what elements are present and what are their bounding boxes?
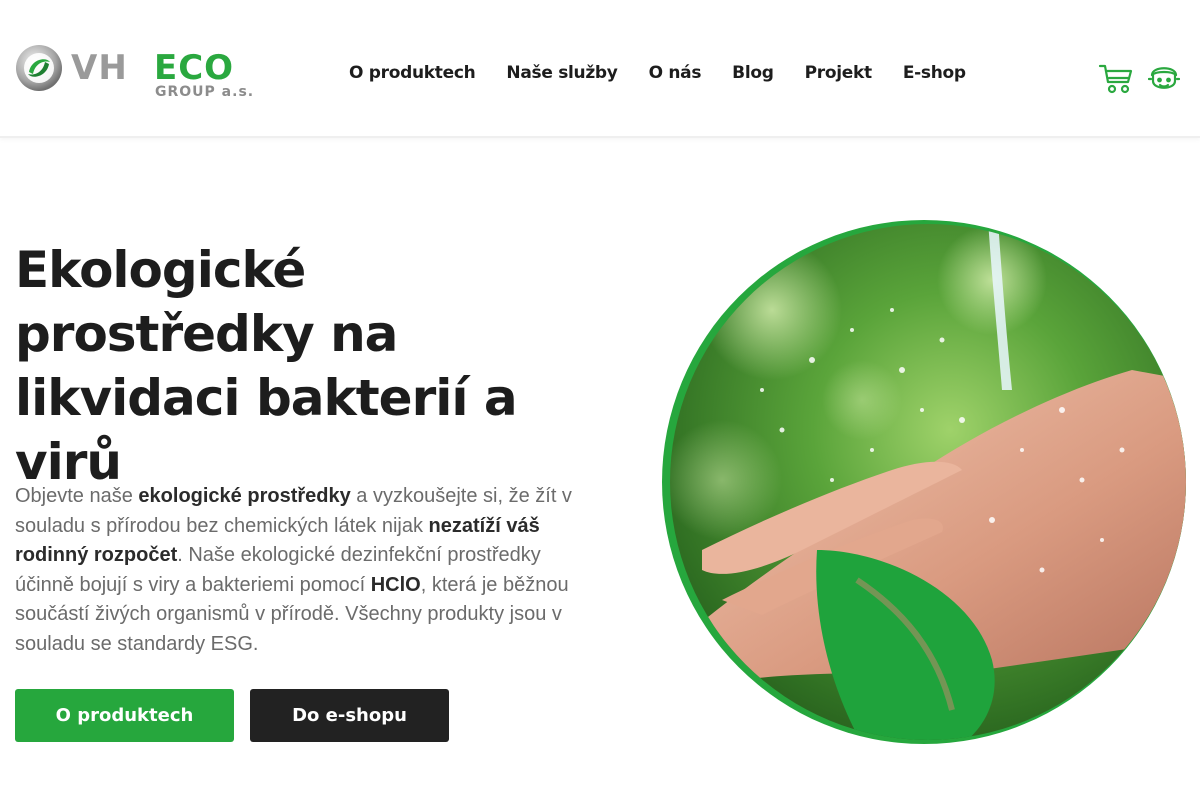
- site-header: VH ECO GROUP a.s. O produktech Naše služ…: [0, 0, 1200, 138]
- shopping-cart-icon[interactable]: [1098, 62, 1134, 96]
- hero-text-part: Objevte naše: [15, 485, 139, 507]
- nav-item-blog[interactable]: Blog: [732, 63, 774, 83]
- nav-item-projekt[interactable]: Projekt: [805, 63, 873, 83]
- logo-text-group: GROUP a.s.: [155, 84, 255, 100]
- do-e-shopu-button[interactable]: Do e-shopu: [250, 689, 449, 742]
- logo-mark-icon: [16, 45, 62, 91]
- hero-description: Objevte naše ekologické prostředky a vyz…: [15, 482, 595, 660]
- hero-title: Ekologické prostředky na likvidaci bakte…: [15, 241, 518, 491]
- main-nav: O produktech Naše služby O nás Blog Proj…: [349, 63, 997, 83]
- o-produktech-button[interactable]: O produktech: [15, 689, 234, 742]
- nav-item-e-shop[interactable]: E-shop: [903, 63, 966, 83]
- logo-text-vh: VH: [71, 48, 128, 88]
- vh-eco-logo[interactable]: VH ECO GROUP a.s.: [15, 44, 255, 104]
- hero-text-bold: ekologické prostředky: [138, 485, 351, 507]
- hands-washing-water-photo: [662, 220, 1186, 744]
- nav-item-o-nas[interactable]: O nás: [649, 63, 702, 83]
- user-account-icon[interactable]: [1148, 61, 1180, 97]
- hero-text-bold: HClO: [370, 573, 421, 596]
- nav-item-nase-sluzby[interactable]: Naše služby: [506, 63, 617, 83]
- nav-item-o-produktech[interactable]: O produktech: [349, 63, 476, 83]
